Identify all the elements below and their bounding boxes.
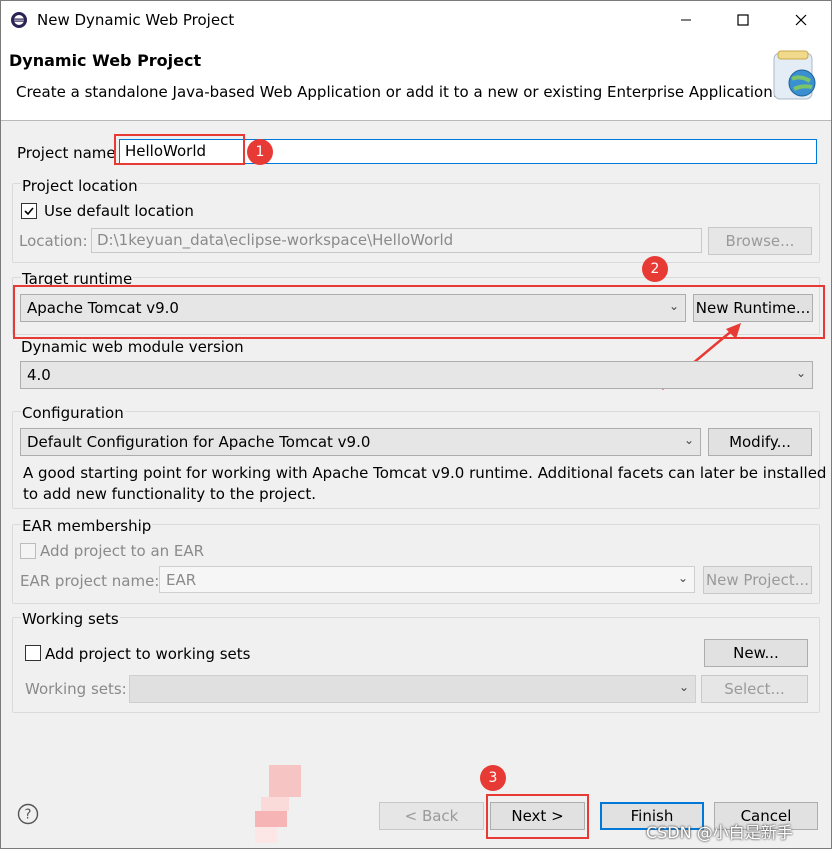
chevron-down-icon: ⌄ [795,366,806,380]
ear-membership-label: EAR membership [21,517,153,535]
chevron-down-icon: ⌄ [678,680,689,694]
ear-project-name-select[interactable]: EAR ⌄ [159,566,695,593]
add-to-working-sets-label: Add project to working sets [45,645,251,663]
module-version-label: Dynamic web module version [21,338,244,356]
configuration-description-line2: to add new functionality to the project. [23,485,316,503]
module-version-select[interactable]: 4.0 ⌄ [20,361,813,389]
configuration-description-line1: A good starting point for working with A… [23,464,827,482]
configuration-select[interactable]: Default Configuration for Apache Tomcat … [20,428,701,456]
annotation-box-next [486,794,589,839]
working-sets-field-label: Working sets: [25,680,127,698]
location-input[interactable]: D:\1keyuan_data\eclipse-workspace\HelloW… [91,228,702,253]
project-name-label: Project name [17,144,116,162]
annotation-badge-2: 2 [642,256,668,282]
configuration-value: Default Configuration for Apache Tomcat … [27,433,371,451]
use-default-location-label: Use default location [44,202,194,220]
chevron-down-icon: ⌄ [677,571,688,585]
ear-project-name-value: EAR [166,571,197,589]
title-bar: New Dynamic Web Project [1,1,831,39]
annotation-badge-3: 3 [480,765,506,791]
eclipse-icon [10,11,28,29]
maximize-icon[interactable] [719,1,767,39]
new-working-set-button[interactable]: New... [704,639,808,667]
configuration-label: Configuration [21,404,125,422]
dialog-window: New Dynamic Web Project Dynamic Web Proj… [0,0,832,849]
ear-project-name-label: EAR project name: [20,572,160,590]
add-to-ear-checkbox[interactable] [20,543,36,559]
project-location-label: Project location [21,177,139,195]
module-version-value: 4.0 [27,366,51,384]
wizard-banner: Dynamic Web Project Create a standalone … [1,39,831,121]
working-sets-label: Working sets [21,610,120,628]
select-working-sets-button[interactable]: Select... [701,675,808,703]
annotation-box-project-name [114,134,245,165]
use-default-location-checkbox[interactable] [21,203,37,219]
help-icon[interactable]: ? [17,803,39,825]
location-label: Location: [19,232,88,250]
mosaic-redaction [255,763,305,847]
add-to-working-sets-checkbox[interactable] [25,645,41,661]
svg-text:?: ? [25,808,32,823]
close-icon[interactable] [777,1,825,39]
csdn-watermark: CSDN @小白是新手 [646,823,793,842]
back-button[interactable]: < Back [379,802,484,830]
add-to-ear-label: Add project to an EAR [40,542,205,560]
chevron-down-icon: ⌄ [683,433,694,447]
annotation-badge-1: 1 [247,139,273,165]
modify-button[interactable]: Modify... [708,428,812,456]
working-sets-select[interactable]: ⌄ [129,675,696,703]
browse-button[interactable]: Browse... [708,227,812,255]
minimize-icon[interactable] [662,1,710,39]
banner-description: Create a standalone Java-based Web Appli… [16,83,778,101]
banner-title: Dynamic Web Project [9,51,202,70]
web-project-icon [766,47,824,105]
window-title: New Dynamic Web Project [37,11,235,29]
new-project-button[interactable]: New Project... [703,566,812,594]
